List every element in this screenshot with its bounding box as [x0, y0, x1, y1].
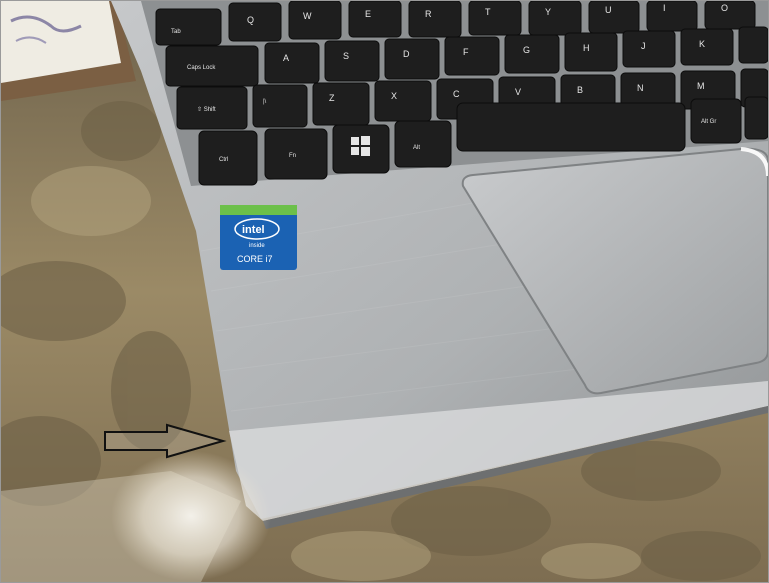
- svg-text:B: B: [577, 85, 583, 95]
- key-space: [456, 102, 686, 152]
- svg-text:T: T: [485, 7, 491, 17]
- svg-text:N: N: [637, 83, 644, 93]
- svg-text:Z: Z: [329, 93, 335, 103]
- svg-text:Fn: Fn: [289, 153, 296, 159]
- svg-text:Y: Y: [545, 7, 551, 17]
- laptop-photo: Tab Q W E R T Y U I O Caps Lock A S D F …: [1, 1, 768, 582]
- svg-text:⇧ Shift: ⇧ Shift: [197, 106, 216, 113]
- svg-text:Alt Gr: Alt Gr: [701, 119, 716, 125]
- svg-text:E: E: [365, 9, 371, 19]
- svg-text:X: X: [391, 91, 397, 101]
- svg-text:M: M: [697, 81, 705, 91]
- intel-model-text: CORE i7: [237, 254, 273, 264]
- svg-text:S: S: [343, 51, 349, 61]
- svg-text:V: V: [515, 87, 521, 97]
- svg-text:W: W: [303, 11, 312, 21]
- photo-frame: Tab Q W E R T Y U I O Caps Lock A S D F …: [0, 0, 769, 583]
- svg-text:I: I: [663, 3, 666, 13]
- key-label-tab: Tab: [171, 29, 181, 35]
- intel-sticker: intel inside CORE i7: [220, 205, 297, 270]
- svg-text:Q: Q: [247, 15, 254, 25]
- svg-text:F: F: [463, 47, 469, 57]
- key-alt: [394, 120, 452, 168]
- svg-text:Ctrl: Ctrl: [219, 157, 228, 163]
- intel-brand-text: intel: [242, 224, 265, 236]
- svg-text:Caps Lock: Caps Lock: [187, 65, 216, 71]
- svg-text:Alt: Alt: [413, 145, 420, 151]
- svg-text:U: U: [605, 5, 612, 15]
- svg-text:R: R: [425, 9, 432, 19]
- svg-text:C: C: [453, 89, 460, 99]
- svg-text:A: A: [283, 53, 289, 63]
- intel-inside-text: inside: [249, 243, 265, 249]
- svg-text:O: O: [721, 3, 728, 13]
- svg-text:D: D: [403, 49, 410, 59]
- svg-text:|\: |\: [263, 99, 267, 105]
- svg-text:K: K: [699, 39, 705, 49]
- svg-text:H: H: [583, 43, 590, 53]
- svg-text:J: J: [641, 41, 646, 51]
- key-tab: [155, 8, 222, 46]
- laptop-scene: Tab Q W E R T Y U I O Caps Lock A S D F …: [1, 1, 768, 582]
- svg-text:G: G: [523, 45, 530, 55]
